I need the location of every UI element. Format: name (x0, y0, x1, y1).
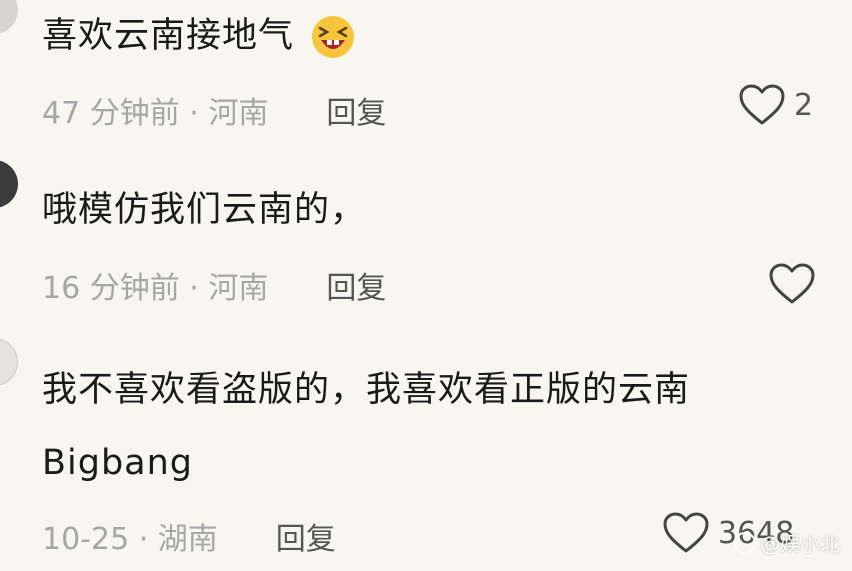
heart-outline-icon (739, 84, 785, 125)
comment-meta: 47 分钟前 · 河南 回复 (42, 88, 386, 132)
watermark: @娱小北 (734, 528, 840, 557)
comment-text: 喜欢云南接地气 (42, 14, 356, 60)
avatar[interactable] (0, 338, 18, 386)
weibo-logo-icon (734, 531, 756, 554)
comment-time-location: 16 分钟前 · 河南 (42, 271, 269, 306)
like-count: 2 (794, 87, 814, 123)
comment-3-text-line1: 我不喜欢看盗版的，我喜欢看正版的云南 (42, 370, 691, 410)
comment-2-text: 哦模仿我们云南的， (42, 190, 367, 230)
heart-outline-icon (663, 512, 709, 553)
comment-3-text-line2: Bigbang (42, 443, 194, 483)
reply-button[interactable]: 回复 (326, 263, 386, 307)
comment-text: 我不喜欢看盗版的，我喜欢看正版的云南 (42, 368, 690, 412)
avatar[interactable] (0, 0, 18, 34)
comment-1-text: 喜欢云南接地气 (42, 16, 295, 56)
comment-text: Bigbang (42, 441, 193, 485)
heart-outline-icon (769, 263, 815, 304)
comment-time-location: 10-25 · 湖南 (42, 522, 218, 557)
comment-text: 哦模仿我们云南的， (42, 188, 366, 232)
comment-meta: 16 分钟前 · 河南 回复 (42, 263, 386, 307)
reply-button[interactable]: 回复 (276, 514, 336, 558)
watermark-text: @娱小北 (760, 532, 840, 556)
like-button[interactable]: 2 (738, 83, 813, 127)
avatar[interactable] (0, 160, 18, 208)
comment-meta: 10-25 · 湖南 回复 (42, 514, 336, 558)
laughing-squint-emoji-icon (312, 16, 355, 58)
reply-button[interactable]: 回复 (326, 88, 386, 132)
like-button[interactable] (768, 262, 824, 306)
comment-time-location: 47 分钟前 · 河南 (42, 96, 269, 131)
